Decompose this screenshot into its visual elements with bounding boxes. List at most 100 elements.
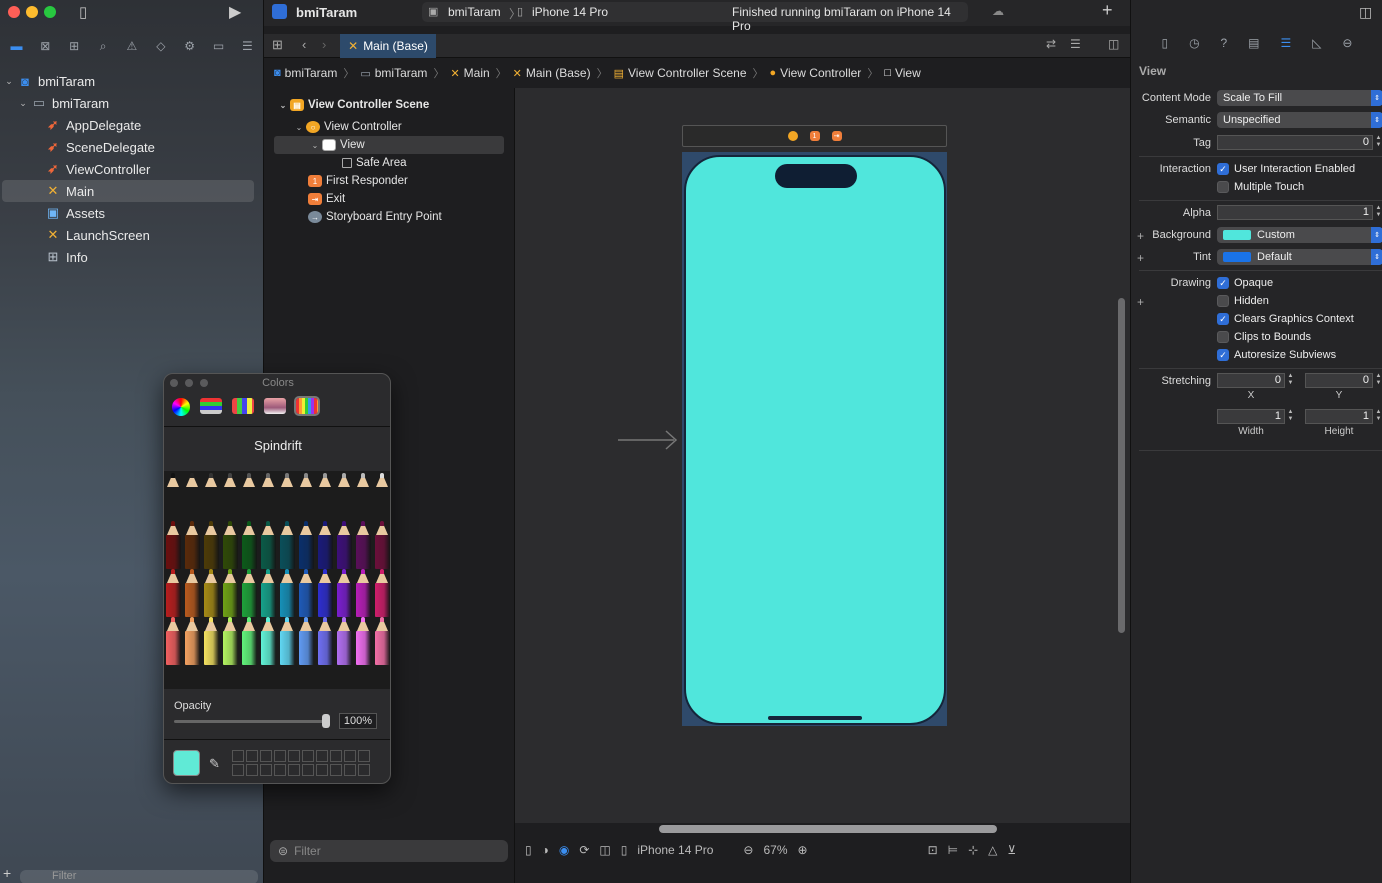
swap-icon[interactable]: ⇄ (1046, 37, 1056, 51)
editor-options-icon[interactable]: ☰ (1070, 37, 1081, 51)
color-wheel-icon[interactable] (172, 398, 190, 416)
align-icon[interactable]: ⊨ (948, 843, 958, 857)
horizontal-scrollbar[interactable] (659, 825, 997, 833)
tint-color-select[interactable]: Default ⇕ (1217, 249, 1382, 265)
crayon[interactable] (221, 617, 240, 665)
storyboard-canvas[interactable]: 1 ⇥ (515, 88, 1130, 833)
image-palettes-icon[interactable] (264, 398, 286, 414)
grid-icon[interactable]: ⊞ (272, 37, 283, 53)
crayon[interactable] (278, 473, 297, 521)
zoom-out-icon[interactable]: ⊖ (743, 843, 753, 857)
crayon[interactable] (202, 617, 221, 665)
crayon[interactable] (335, 521, 354, 569)
report-icon[interactable]: ☰ (236, 39, 258, 53)
add-variation-icon[interactable]: + (1137, 229, 1144, 243)
outline-item-scene[interactable]: ⌄ ▤ View Controller Scene (276, 96, 429, 114)
breadcrumb-item[interactable]: □ View (884, 66, 920, 80)
scene-dock[interactable]: 1 ⇥ (682, 125, 947, 147)
crayon[interactable] (183, 521, 202, 569)
vertical-scrollbar[interactable] (1118, 298, 1125, 633)
empty-swatch[interactable] (302, 750, 314, 762)
clears-graphics-checkbox[interactable]: ✓ Clears Graphics Context (1217, 313, 1354, 325)
crayon[interactable] (278, 521, 297, 569)
crayon[interactable] (373, 569, 390, 617)
library-add-button[interactable]: + (1102, 0, 1113, 21)
breadcrumb-item[interactable]: ✕ Main (450, 66, 489, 80)
empty-swatch[interactable] (344, 764, 356, 776)
crayon[interactable] (240, 617, 259, 665)
crayon[interactable] (373, 521, 390, 569)
device-icon[interactable]: ▯ (621, 843, 628, 857)
tree-item-project[interactable]: ⌄ ◙ bmiTaram (0, 70, 264, 92)
crayon[interactable] (259, 521, 278, 569)
minimize-window-button[interactable] (26, 6, 38, 18)
crayon[interactable] (221, 473, 240, 521)
run-button[interactable]: ▶ (229, 2, 241, 22)
file-inspector-icon[interactable]: ▯ (1161, 36, 1168, 56)
crayon[interactable] (202, 521, 221, 569)
zoom-window-button[interactable] (44, 6, 56, 18)
stretch-height-stepper[interactable]: ▲ ▼ (1374, 409, 1382, 424)
crayon[interactable] (354, 617, 373, 665)
opaque-checkbox[interactable]: ✓ Opaque (1217, 277, 1273, 289)
first-responder-icon[interactable]: 1 (809, 131, 820, 141)
stretch-x-stepper[interactable]: ▲ ▼ (1286, 373, 1295, 388)
empty-swatch[interactable] (232, 764, 244, 776)
source-control-icon[interactable]: ⊠ (34, 39, 56, 53)
tree-item-appdelegate[interactable]: ➶ AppDelegate (0, 114, 264, 136)
multiple-touch-checkbox[interactable]: Multiple Touch (1217, 181, 1304, 193)
crayon[interactable] (297, 569, 316, 617)
close-window-button[interactable] (8, 6, 20, 18)
empty-swatch[interactable] (302, 764, 314, 776)
color-sliders-icon[interactable] (200, 398, 222, 414)
chevron-left-icon[interactable]: ‹ (302, 37, 306, 52)
scheme-selector[interactable]: bmiTaram (448, 5, 501, 19)
clips-to-bounds-checkbox[interactable]: Clips to Bounds (1217, 331, 1311, 343)
tree-item-launchscreen[interactable]: ✕ LaunchScreen (0, 224, 264, 246)
crayon[interactable] (164, 569, 183, 617)
empty-swatch[interactable] (316, 750, 328, 762)
exit-icon[interactable]: ⇥ (831, 131, 842, 141)
stretch-width-field[interactable]: 1 (1217, 409, 1285, 424)
crayon[interactable] (297, 617, 316, 665)
empty-swatch[interactable] (358, 764, 370, 776)
add-variation-icon[interactable]: + (1137, 251, 1144, 265)
hidden-checkbox[interactable]: Hidden (1217, 295, 1269, 307)
outline-item-view-controller[interactable]: ⌄ ○ View Controller (292, 118, 402, 136)
chevron-right-icon[interactable]: › (322, 37, 326, 52)
zoom-in-icon[interactable]: ⊕ (798, 843, 808, 857)
crayon[interactable] (183, 569, 202, 617)
globe-icon[interactable]: ◉ (559, 843, 569, 857)
stretch-height-field[interactable]: 1 (1305, 409, 1373, 424)
stretch-y-stepper[interactable]: ▲ ▼ (1374, 373, 1382, 388)
tag-field[interactable]: 0 (1217, 135, 1373, 150)
tree-item-viewcontroller[interactable]: ➶ ViewController (0, 158, 264, 180)
device-selector[interactable]: iPhone 14 Pro (532, 5, 608, 19)
chevron-down-icon[interactable]: ⌄ (16, 98, 30, 109)
crayon[interactable] (354, 521, 373, 569)
identity-icon[interactable]: ▤ (1248, 36, 1259, 56)
stretch-width-stepper[interactable]: ▲ ▼ (1286, 409, 1295, 424)
crayon[interactable] (354, 569, 373, 617)
crayon[interactable] (240, 521, 259, 569)
crayon[interactable] (183, 617, 202, 665)
add-constraints-icon[interactable]: ⊹ (968, 843, 978, 857)
current-color-swatch[interactable] (173, 750, 200, 776)
crayon[interactable] (278, 617, 297, 665)
appearance-icon[interactable]: ◑ (542, 843, 549, 857)
saved-swatches[interactable] (232, 750, 370, 776)
outline-item-safe-area[interactable]: Safe Area (342, 154, 407, 172)
color-palettes-icon[interactable] (232, 398, 254, 414)
empty-swatch[interactable] (288, 764, 300, 776)
inspector-toggle-icon[interactable]: ◫ (1359, 4, 1372, 21)
crayon[interactable] (259, 617, 278, 665)
crayon[interactable] (335, 617, 354, 665)
empty-swatch[interactable] (288, 750, 300, 762)
device-view[interactable] (684, 155, 946, 725)
size-class-icon[interactable]: ◫ (599, 843, 610, 857)
warning-icon[interactable]: ⚠ (121, 39, 143, 53)
autoresize-checkbox[interactable]: ✓ Autoresize Subviews (1217, 349, 1336, 361)
tree-item-group[interactable]: ⌄ ▭ bmiTaram (0, 92, 264, 114)
sidebar-toggle-icon[interactable]: ▯ (79, 3, 87, 21)
outline-item-entry-point[interactable]: → Storyboard Entry Point (308, 208, 442, 226)
